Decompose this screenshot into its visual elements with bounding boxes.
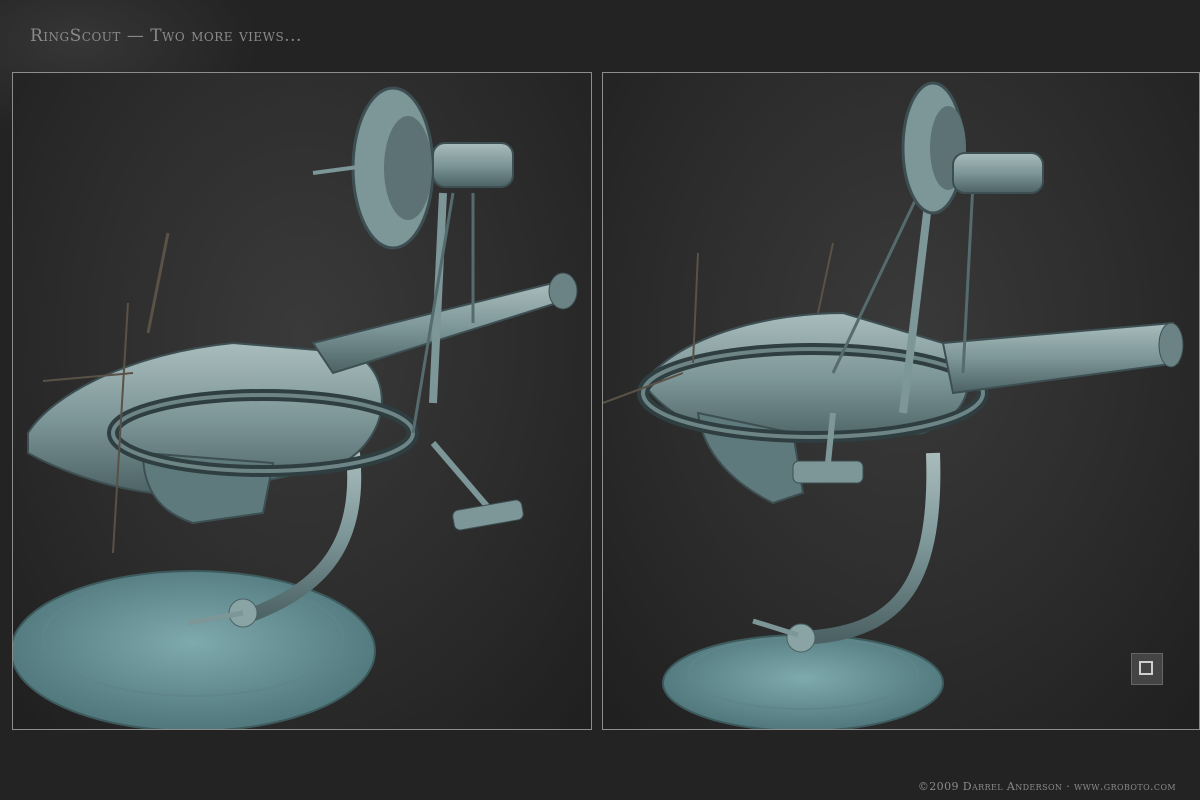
render-panel-left: [12, 72, 592, 730]
spaceship-model-left: [13, 86, 578, 729]
page-title: RingScout — Two more views...: [30, 26, 302, 46]
groboto-logo-icon: [1131, 653, 1163, 685]
copyright-text: ©2009 Darrel Anderson · www.groboto.com: [917, 780, 1176, 793]
stand-base: [13, 570, 376, 729]
render-panel-right: [602, 72, 1200, 730]
spaceship-model-right: [603, 81, 1184, 729]
